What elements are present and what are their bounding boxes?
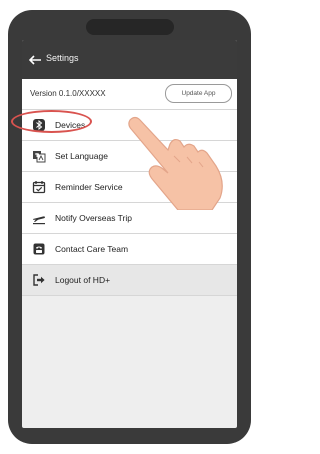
app-screen: Settings Version 0.1.0/XXXXX Update App … [22, 40, 237, 428]
phone-icon [33, 243, 45, 255]
menu-item-label: Logout of HD+ [55, 275, 111, 285]
menu-item-label: Set Language [55, 151, 108, 161]
menu-item-label: Contact Care Team [55, 244, 129, 254]
airplane-icon [33, 216, 45, 225]
logout-icon [33, 274, 45, 286]
calendar-icon [32, 181, 46, 194]
header-bar: Settings [22, 40, 237, 79]
menu-item-label: Notify Overseas Trip [55, 213, 132, 223]
phone-frame: Settings Version 0.1.0/XXXXX Update App … [8, 10, 251, 444]
page-title: Settings [46, 53, 79, 63]
menu-item-contact-care-team[interactable]: Contact Care Team [22, 234, 237, 265]
tap-highlight-ring [11, 110, 92, 133]
version-label: Version 0.1.0/XXXXX [30, 89, 106, 98]
pointing-hand-icon [128, 116, 223, 210]
language-icon [33, 151, 46, 163]
phone-speaker [86, 19, 174, 35]
menu-item-logout[interactable]: Logout of HD+ [22, 265, 237, 296]
arrow-left-icon[interactable] [29, 55, 42, 65]
